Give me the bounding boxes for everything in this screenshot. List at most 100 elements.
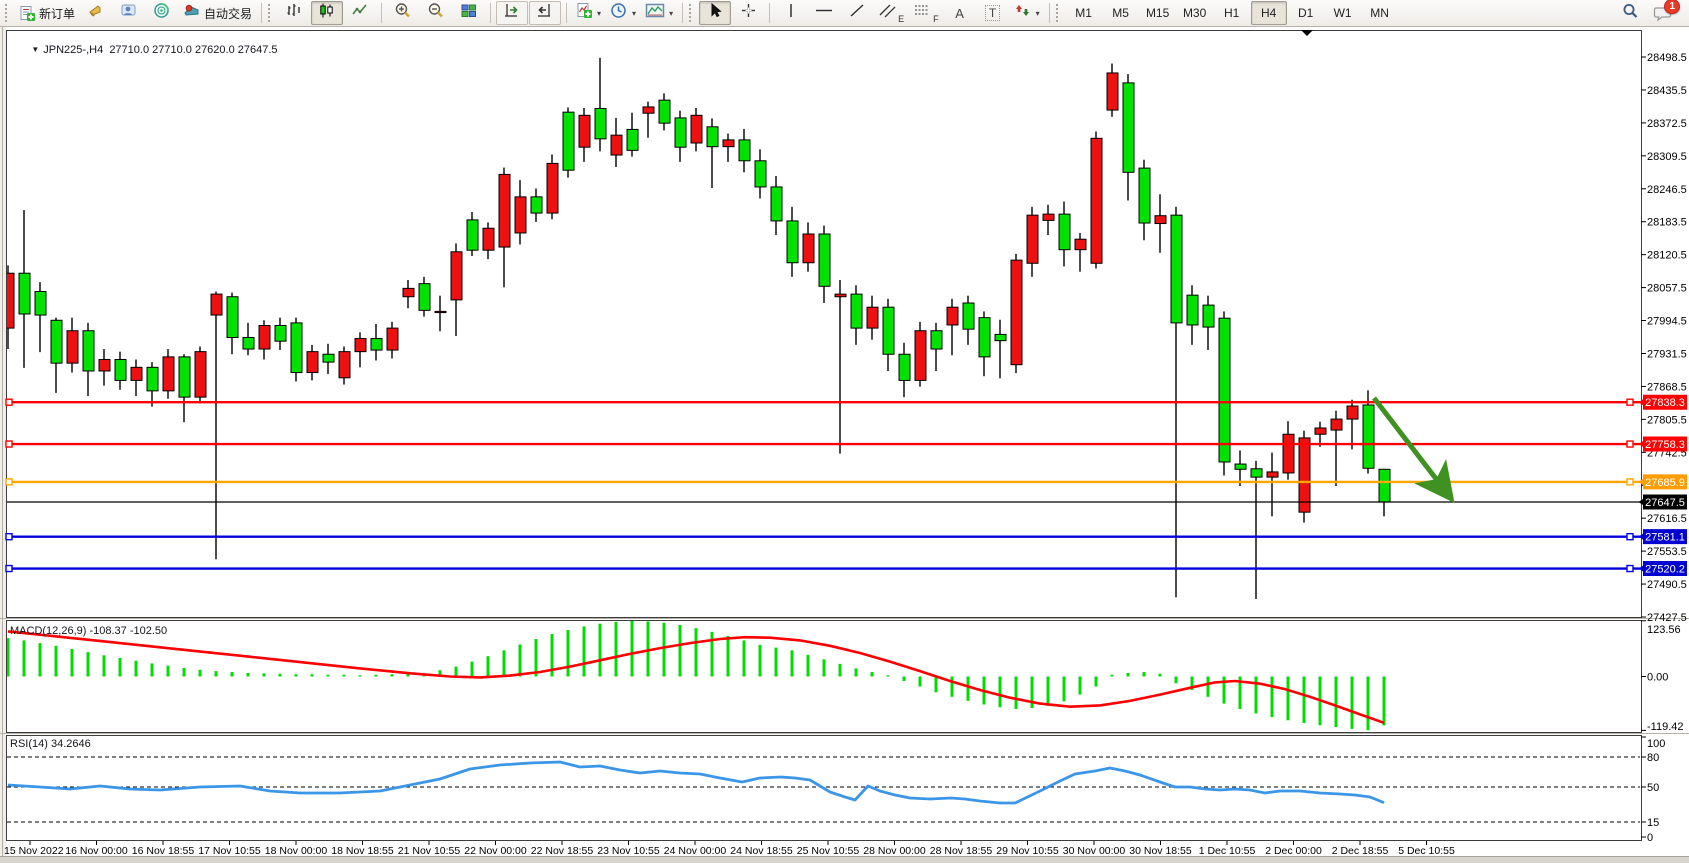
line-anchor-handle[interactable]	[1627, 534, 1633, 540]
svg-text:0: 0	[1647, 832, 1653, 844]
fibonacci-tool-button[interactable]: F	[909, 1, 943, 25]
symbol-collapse-icon[interactable]: ▼	[31, 45, 39, 54]
arrow-shapes-icon	[1014, 2, 1032, 24]
macd-indicator-label: MACD(12,26,9) -108.37 -102.50	[10, 625, 167, 637]
tile-windows-button[interactable]	[453, 1, 485, 25]
svg-text:15 Nov 2022: 15 Nov 2022	[4, 845, 64, 857]
text-tool-button[interactable]: A	[944, 1, 976, 25]
vertical-line-icon	[784, 2, 798, 24]
zoom-out-button[interactable]	[420, 1, 452, 25]
quote-ohlc-values: 27710.0 27710.0 27620.0 27647.5	[109, 44, 277, 56]
svg-text:28309.5: 28309.5	[1647, 151, 1687, 163]
timeframe-m5-button[interactable]: M5	[1103, 1, 1139, 25]
auto-scroll-icon	[503, 2, 521, 24]
autotrading-label: 自动交易	[204, 5, 252, 22]
timeframe-h4-button[interactable]: H4	[1251, 1, 1287, 25]
person-icon	[120, 2, 138, 24]
svg-text:22 Nov 18:55: 22 Nov 18:55	[531, 845, 594, 857]
autotrading-button[interactable]: 自动交易	[179, 1, 256, 25]
cursor-icon	[707, 2, 723, 24]
notification-badge: 1	[1664, 0, 1680, 14]
svg-text:28246.5: 28246.5	[1647, 184, 1687, 196]
line-anchor-handle[interactable]	[6, 566, 12, 572]
zoom-in-button[interactable]	[387, 1, 419, 25]
cursor-tool-button[interactable]	[699, 1, 731, 25]
text-label-tool-button[interactable]: T	[977, 1, 1009, 25]
trendline-icon	[848, 2, 866, 24]
line-anchor-handle[interactable]	[1627, 441, 1633, 447]
chevron-down-icon: ▾	[1036, 9, 1040, 18]
horizontal-line-tool-button[interactable]	[808, 1, 840, 25]
horizontal-line-icon	[814, 2, 834, 24]
chart-shift-button[interactable]	[529, 1, 561, 25]
line-anchor-handle[interactable]	[6, 441, 12, 447]
svg-text:16 Nov 18:55: 16 Nov 18:55	[132, 845, 195, 857]
toolbar-drag-handle	[689, 4, 695, 22]
period-button[interactable]: ▾	[606, 1, 640, 25]
candlestick-chart-type-button[interactable]	[311, 1, 343, 25]
timeframe-w1-button[interactable]: W1	[1325, 1, 1361, 25]
line-anchor-handle[interactable]	[6, 479, 12, 485]
chart-canvas[interactable]: 28498.528435.528372.528309.528246.528183…	[0, 27, 1689, 863]
megaphone-button[interactable]	[80, 1, 112, 25]
auto-scroll-button[interactable]	[496, 1, 528, 25]
toolbar-separator	[490, 3, 491, 23]
community-button[interactable]	[113, 1, 145, 25]
line-chart-type-button[interactable]	[344, 1, 376, 25]
svg-text:23 Nov 10:55: 23 Nov 10:55	[597, 845, 660, 857]
timeframe-m15-button[interactable]: M15	[1140, 1, 1176, 25]
svg-text:30 Nov 18:55: 30 Nov 18:55	[1129, 845, 1192, 857]
add-indicator-button[interactable]: ▾	[572, 1, 605, 25]
vertical-line-tool-button[interactable]	[775, 1, 807, 25]
svg-text:2 Dec 18:55: 2 Dec 18:55	[1332, 845, 1389, 857]
svg-text:27553.5: 27553.5	[1647, 546, 1687, 558]
new-order-button[interactable]: 新订单	[15, 1, 79, 25]
svg-text:28372.5: 28372.5	[1647, 118, 1687, 130]
template-button[interactable]: ▾	[641, 1, 677, 25]
svg-text:28120.5: 28120.5	[1647, 250, 1687, 262]
timeframe-m30-button[interactable]: M30	[1177, 1, 1213, 25]
bar-chart-type-button[interactable]	[278, 1, 310, 25]
toolbar-separator	[682, 3, 683, 23]
arrows-tool-button[interactable]: ▾	[1010, 1, 1044, 25]
line-chart-icon	[351, 2, 369, 24]
tile-windows-icon	[460, 2, 478, 24]
svg-text:27427.5: 27427.5	[1647, 612, 1687, 624]
svg-text:28435.5: 28435.5	[1647, 85, 1687, 97]
channel-letter: E	[898, 14, 904, 24]
timeframe-mn-button[interactable]: MN	[1362, 1, 1398, 25]
svg-text:18 Nov 18:55: 18 Nov 18:55	[331, 845, 394, 857]
search-icon	[1621, 2, 1639, 25]
market-radar-button[interactable]	[146, 1, 178, 25]
svg-text:29 Nov 10:55: 29 Nov 10:55	[996, 845, 1059, 857]
svg-text:-119.42: -119.42	[1647, 721, 1684, 733]
timeframe-d1-button[interactable]: D1	[1288, 1, 1324, 25]
equidistant-channel-tool-button[interactable]: E	[874, 1, 908, 25]
new-order-icon	[19, 5, 36, 22]
line-anchor-handle[interactable]	[6, 399, 12, 405]
crosshair-icon	[740, 2, 757, 24]
symbol-period-label: JPN225-,H4	[43, 44, 103, 56]
trendline-tool-button[interactable]	[841, 1, 873, 25]
zoom-out-icon	[427, 2, 445, 24]
svg-text:100: 100	[1647, 738, 1665, 750]
line-anchor-handle[interactable]	[1627, 479, 1633, 485]
text-label-icon: T	[985, 5, 1000, 21]
crosshair-tool-button[interactable]	[732, 1, 764, 25]
svg-text:27994.5: 27994.5	[1647, 316, 1687, 328]
timeframe-h1-button[interactable]: H1	[1214, 1, 1250, 25]
svg-text:27758.3: 27758.3	[1645, 439, 1685, 451]
radar-icon	[153, 2, 171, 24]
svg-text:28183.5: 28183.5	[1647, 217, 1687, 229]
search-button[interactable]	[1614, 1, 1646, 25]
line-anchor-handle[interactable]	[1627, 399, 1633, 405]
timeframe-m1-button[interactable]: M1	[1066, 1, 1102, 25]
line-anchor-handle[interactable]	[6, 534, 12, 540]
line-anchor-handle[interactable]	[1627, 566, 1633, 572]
chat-button[interactable]: 1	[1647, 1, 1679, 25]
svg-text:24 Nov 00:00: 24 Nov 00:00	[664, 845, 727, 857]
megaphone-icon	[87, 2, 105, 24]
svg-text:17 Nov 10:55: 17 Nov 10:55	[198, 845, 261, 857]
add-indicator-icon	[576, 2, 593, 24]
fibonacci-letter: F	[933, 14, 939, 24]
